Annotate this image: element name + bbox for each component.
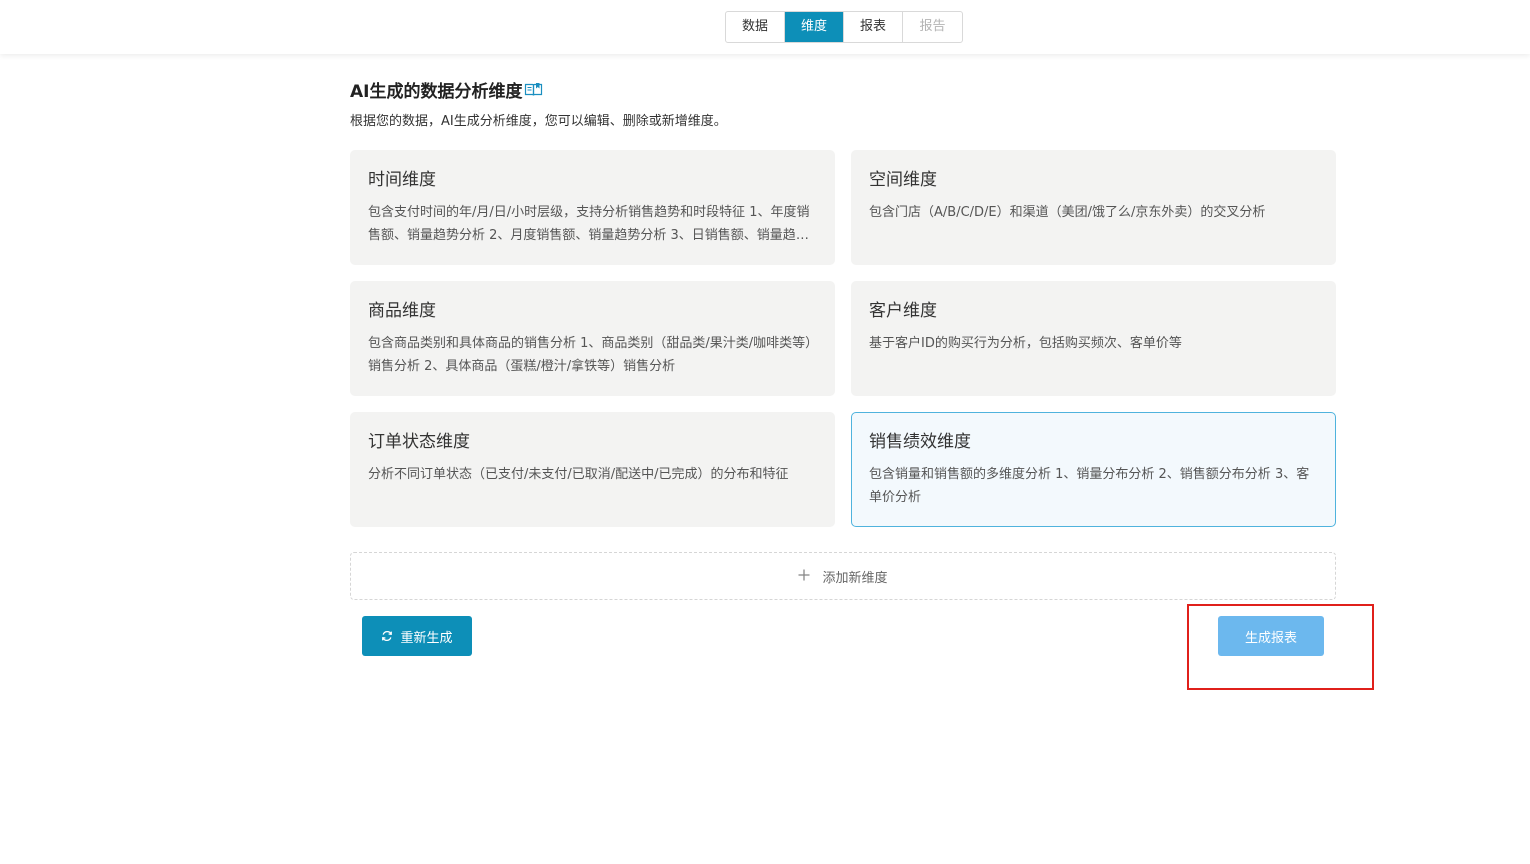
dimension-title: 客户维度: [869, 301, 937, 321]
book-icon: [524, 82, 543, 97]
add-dimension-button[interactable]: 添加新维度: [350, 552, 1336, 600]
dimension-description: 基于客户ID的购买行为分析，包括购买频次、客单价等: [869, 336, 1182, 351]
dimension-description: 分析不同订单状态（已支付/未支付/已取消/配送中/已完成）的分布和特征: [368, 467, 789, 482]
dimension-card-sales-performance[interactable]: 销售绩效维度 包含销量和销售额的多维度分析 1、销量分布分析 2、销售额分布分析…: [851, 412, 1336, 527]
dimension-card-customer[interactable]: 客户维度 基于客户ID的购买行为分析，包括购买频次、客单价等: [851, 281, 1336, 396]
dimension-card-time[interactable]: 时间维度 包含支付时间的年/月/日/小时层级，支持分析销售趋势和时段特征 1、年…: [350, 150, 835, 265]
page-subtitle: 根据您的数据，AI生成分析维度，您可以编辑、删除或新增维度。: [350, 114, 727, 129]
dimension-card-product[interactable]: 商品维度 包含商品类别和具体商品的销售分析 1、商品类别（甜品类/果汁类/咖啡类…: [350, 281, 835, 396]
tab-dimension[interactable]: 维度: [785, 12, 844, 42]
dimension-card-space[interactable]: 空间维度 包含门店（A/B/C/D/E）和渠道（美团/饿了么/京东外卖）的交叉分…: [851, 150, 1336, 265]
add-dimension-label: 添加新维度: [822, 570, 888, 586]
regenerate-button[interactable]: 重新生成: [362, 616, 472, 656]
dimension-description: 包含商品类别和具体商品的销售分析 1、商品类别（甜品类/果汁类/咖啡类等）销售分…: [368, 336, 812, 374]
top-bar: 数据 维度 报表 报告: [0, 0, 1530, 54]
refresh-icon: [381, 630, 393, 642]
tab-report-table[interactable]: 报表: [844, 12, 903, 42]
dimension-title: 空间维度: [869, 170, 937, 190]
title-row: AI生成的数据分析维度: [350, 76, 1336, 102]
dimension-card-order-status[interactable]: 订单状态维度 分析不同订单状态（已支付/未支付/已取消/配送中/已完成）的分布和…: [350, 412, 835, 527]
main-content: AI生成的数据分析维度 根据您的数据，AI生成分析维度，您可以编辑、删除或新增维…: [350, 76, 1336, 656]
dimension-title: 销售绩效维度: [869, 432, 971, 452]
dimension-grid: 时间维度 包含支付时间的年/月/日/小时层级，支持分析销售趋势和时段特征 1、年…: [350, 150, 1336, 527]
plus-icon: [798, 567, 810, 585]
dimension-title: 商品维度: [368, 301, 436, 321]
dimension-title: 订单状态维度: [368, 432, 470, 452]
tab-report: 报告: [919, 19, 946, 34]
dimension-description: 包含销量和销售额的多维度分析 1、销量分布分析 2、销售额分布分析 3、客单价分…: [869, 467, 1310, 505]
step-tabs: 数据 维度 报表 报告: [725, 11, 963, 43]
regenerate-label: 重新生成: [400, 630, 453, 646]
highlight-annotation-box: [1187, 604, 1374, 690]
dimension-description: 包含门店（A/B/C/D/E）和渠道（美团/饿了么/京东外卖）的交叉分析: [869, 205, 1266, 220]
page-title: AI生成的数据分析维度: [350, 81, 523, 102]
dimension-title: 时间维度: [368, 170, 436, 190]
dimension-description: 包含支付时间的年/月/日/小时层级，支持分析销售趋势和时段特征 1、年度销售额、…: [368, 205, 810, 243]
tab-data[interactable]: 数据: [726, 12, 785, 42]
